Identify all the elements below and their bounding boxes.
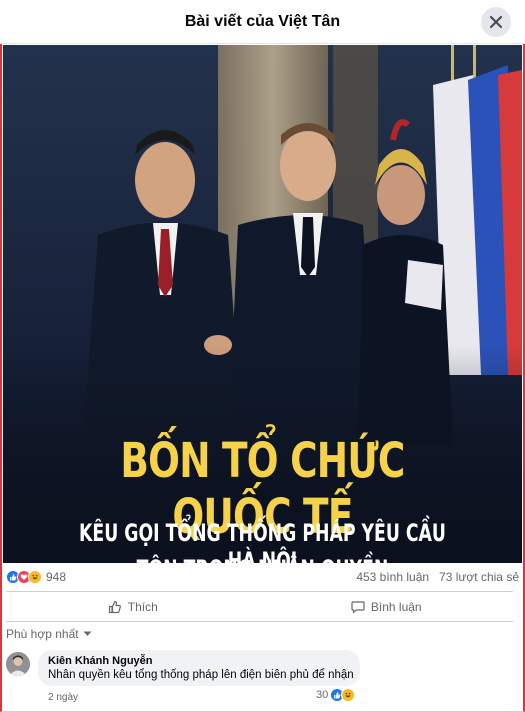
post-photo[interactable]: BỐN TỔ CHỨC QUỐC TẾ KÊU GỌI TỔNG THỐNG P… <box>3 45 522 563</box>
comment-author[interactable]: Kiên Khánh Nguyễn <box>48 655 350 667</box>
dialog-title: Bài viết của Việt Tân <box>184 12 341 30</box>
comment-text: Nhân quyền kêu tổng thống pháp lên điện … <box>48 669 354 681</box>
reaction-icons[interactable] <box>6 570 42 584</box>
shares-count[interactable]: 73 lượt chia sẻ <box>439 570 519 584</box>
comments-count[interactable]: 453 bình luận <box>356 570 429 584</box>
comment-item: Kiên Khánh Nguyễn Nhân quyền kêu tổng th… <box>6 650 519 710</box>
avatar[interactable] <box>6 652 30 676</box>
comment-button[interactable]: Bình luận <box>260 593 514 621</box>
close-button[interactable] <box>481 7 511 37</box>
reaction-count[interactable]: 948 <box>46 570 66 584</box>
like-button[interactable]: Thích <box>6 593 260 621</box>
comment-icon <box>351 601 365 614</box>
chevron-down-icon <box>83 631 92 636</box>
comment-timestamp[interactable]: 2 ngày <box>48 692 78 703</box>
like-label: Thích <box>127 600 158 614</box>
haha-icon <box>341 688 356 702</box>
haha-icon <box>28 570 42 584</box>
comment-label: Bình luận <box>370 600 422 614</box>
headline-line3: TÔN TRỌNG NHÂN QUYỀN <box>76 555 450 563</box>
post-actions: Thích Bình luận <box>6 593 513 621</box>
comment-reactions[interactable]: 30 <box>316 688 356 702</box>
thumbs-up-icon <box>108 600 121 614</box>
divider-bottom <box>6 621 513 622</box>
dialog-header: Bài viết của Việt Tân <box>0 0 525 44</box>
comment-bubble: Kiên Khánh Nguyễn Nhân quyền kêu tổng th… <box>38 650 360 686</box>
comment-reaction-count: 30 <box>316 689 329 701</box>
divider-top <box>6 591 513 592</box>
close-icon <box>489 15 503 29</box>
sort-label: Phù hợp nhất <box>6 627 79 641</box>
post-stats: 948 453 bình luận 73 lượt chia sẻ <box>6 566 519 588</box>
comments-sort-dropdown[interactable]: Phù hợp nhất <box>6 627 92 641</box>
